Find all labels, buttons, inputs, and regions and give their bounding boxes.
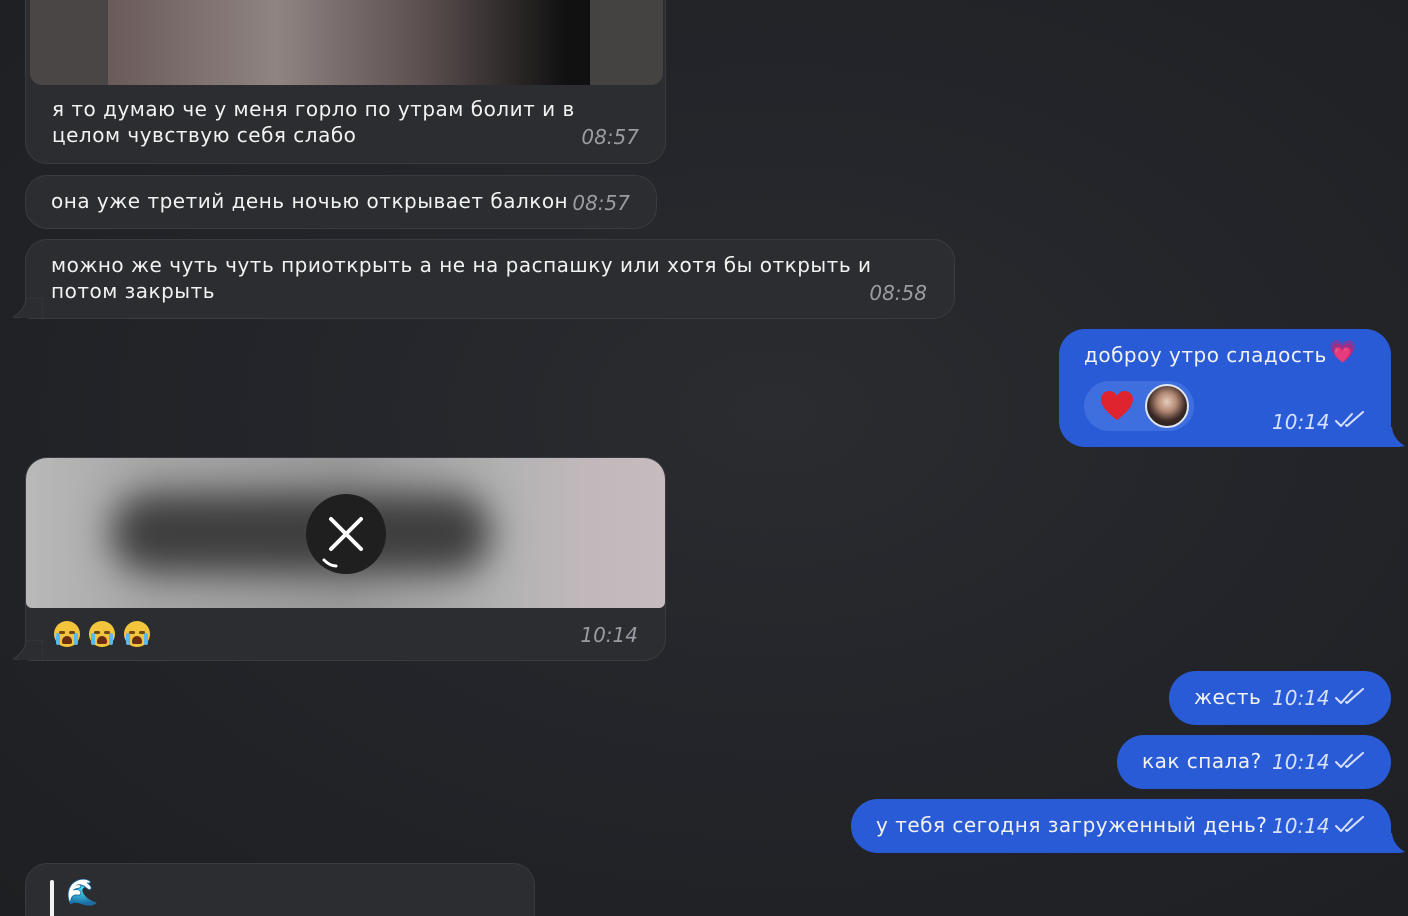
message-time: 08:57	[581, 125, 639, 149]
message-incoming[interactable]: она уже третий день ночью открывает балк…	[25, 175, 657, 229]
heart-icon	[1101, 391, 1133, 420]
crying-emoji	[54, 620, 80, 647]
message-incoming[interactable]: я то думаю че у меня горло по утрам боли…	[25, 0, 666, 164]
double-check-icon	[1335, 688, 1364, 704]
message-text: она уже третий день ночью открывает балк…	[51, 189, 569, 213]
message-outgoing[interactable]: доброу утро сладость 💗 10:14	[1059, 329, 1391, 447]
message-time: 08:57	[572, 191, 630, 215]
crying-emojis: 😭😭😭	[54, 619, 150, 647]
avatar	[1145, 384, 1189, 428]
message-time: 10:14	[1272, 750, 1330, 774]
message-outgoing[interactable]: как спала? 10:14	[1117, 735, 1391, 789]
message-outgoing[interactable]: у тебя сегодня загруженный день? 10:14	[851, 799, 1391, 853]
message-time: 10:14	[580, 623, 638, 647]
bubble-tail	[13, 640, 43, 660]
bubble-tail	[1375, 427, 1405, 447]
bubble-tail	[13, 298, 43, 318]
message-text: как спала?	[1142, 749, 1262, 773]
reaction-chip[interactable]	[1084, 381, 1194, 431]
double-check-icon	[1335, 752, 1364, 768]
photo-preview[interactable]	[30, 0, 663, 85]
message-text: у тебя сегодня загруженный день?	[876, 813, 1268, 837]
wave-emoji: 🌊	[66, 878, 99, 908]
message-time: 10:14	[1272, 814, 1330, 838]
message-time: 10:14	[1272, 686, 1330, 710]
message-incoming[interactable]: 😭😭😭 10:14	[25, 457, 666, 661]
message-text: доброу утро сладость	[1084, 343, 1327, 367]
message-outgoing[interactable]: жесть 10:14	[1169, 671, 1391, 725]
bubble-tail	[1375, 833, 1405, 853]
message-text: можно же чуть чуть приоткрыть а не на ра…	[51, 253, 872, 303]
video-preview[interactable]	[26, 458, 665, 608]
message-time: 10:14	[1272, 410, 1330, 434]
message-text: я то думаю че у меня горло по утрам боли…	[52, 97, 575, 147]
quote-bar	[50, 880, 54, 916]
chat-area: я то думаю че у меня горло по утрам боли…	[0, 0, 1408, 916]
message-incoming[interactable]: можно же чуть чуть приоткрыть а не на ра…	[25, 239, 955, 319]
double-check-icon	[1335, 411, 1364, 427]
close-icon[interactable]	[306, 494, 386, 574]
message-time: 08:58	[869, 281, 927, 305]
crying-emoji	[123, 620, 150, 647]
crying-emoji	[88, 620, 115, 647]
double-check-icon	[1335, 816, 1364, 832]
message-text: жесть	[1194, 685, 1262, 709]
heart-emoji: 💗	[1329, 340, 1357, 365]
message-incoming[interactable]: 🌊	[25, 863, 535, 916]
